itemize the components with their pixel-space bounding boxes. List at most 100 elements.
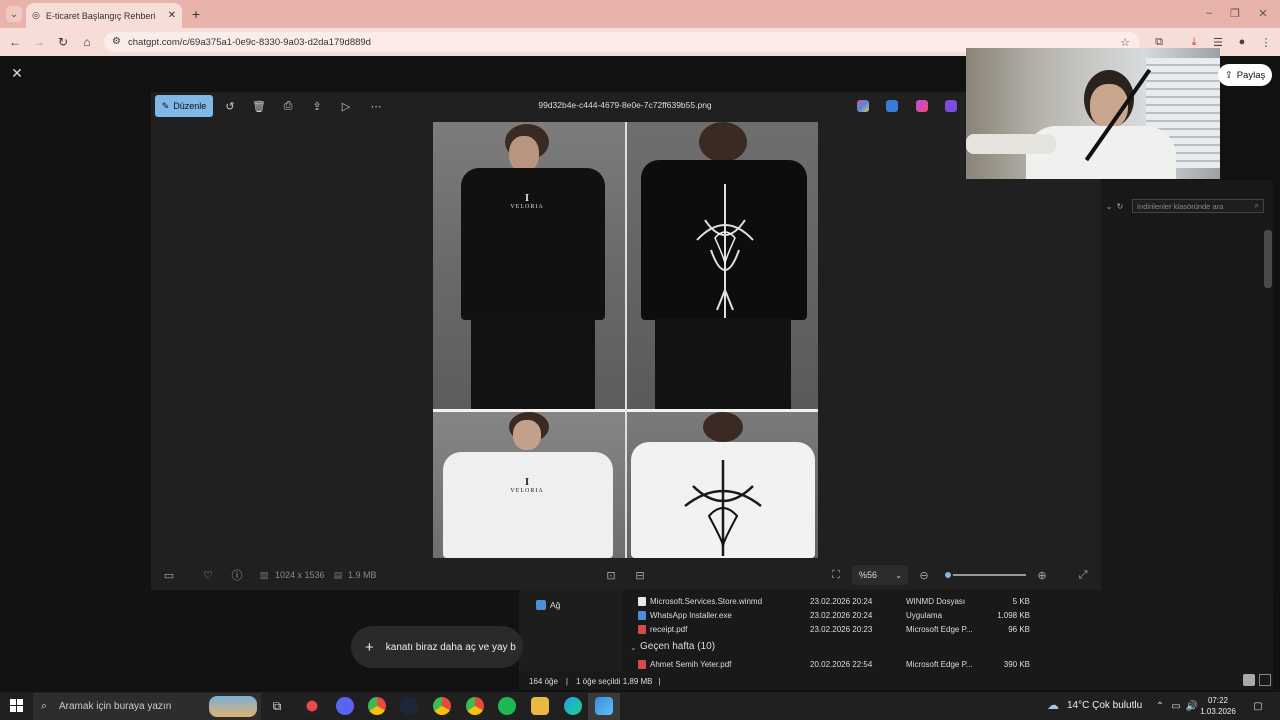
network-tray-icon[interactable]: ▭ xyxy=(1170,700,1182,712)
favorite-heart-icon[interactable]: ♡ xyxy=(201,568,215,582)
app-launcher-icon[interactable] xyxy=(945,100,957,112)
photos-icon xyxy=(595,697,613,715)
file-row[interactable]: Ahmet Semih Yeter.pdf 20.02.2026 22:54 M… xyxy=(638,658,1030,670)
clipchamp-icon[interactable] xyxy=(916,100,928,112)
chrome-profile-3-icon[interactable] xyxy=(466,697,484,715)
zoom-out-icon[interactable]: ⊖ xyxy=(917,568,931,582)
zoom-slider[interactable] xyxy=(944,574,1026,576)
item-count: 164 öğe xyxy=(529,676,558,686)
file-row[interactable]: Microsoft.Services.Store.winmd 23.02.202… xyxy=(638,595,1030,607)
visual-search-icon[interactable]: ⊡ xyxy=(604,568,618,582)
thorn-heart-graphic xyxy=(696,184,754,326)
explorer-search-placeholder: İndirilenler klasöründe ara xyxy=(1137,201,1224,211)
file-size: 1.098 KB xyxy=(997,610,1030,620)
reload-icon[interactable]: ↻ xyxy=(56,35,70,49)
file-row[interactable]: receipt.pdf 23.02.2026 20:23 Microsoft E… xyxy=(638,623,1030,635)
rotate-icon[interactable]: ↺ xyxy=(223,99,237,113)
filmstrip-icon[interactable]: ▭ xyxy=(162,568,176,582)
steam-icon[interactable] xyxy=(400,697,418,715)
taskbar-search-box[interactable]: ⌕ Aramak için buraya yazın xyxy=(33,693,261,720)
browser-menu-icon[interactable]: ⋮ xyxy=(1258,35,1274,49)
brand-letter: I xyxy=(524,192,530,204)
reading-list-icon[interactable]: ☰ xyxy=(1210,35,1226,49)
close-preview-icon[interactable]: ✕ xyxy=(10,65,24,81)
explorer-search-input[interactable]: İndirilenler klasöründe ara ⌕ xyxy=(1132,199,1264,213)
bookmark-star-icon[interactable]: ☆ xyxy=(1117,35,1133,49)
site-info-icon[interactable]: ⚙ xyxy=(112,36,121,47)
designer-icon[interactable] xyxy=(886,100,898,112)
fit-to-window-icon[interactable]: ⛶ xyxy=(829,568,843,582)
info-icon[interactable]: ⓘ xyxy=(230,568,244,582)
selection-info: 1 öğe seçildi 1,89 MB xyxy=(576,676,653,686)
edge-icon[interactable] xyxy=(564,697,582,715)
search-highlight-icon xyxy=(209,696,257,717)
back-arrow-icon[interactable]: ← xyxy=(8,35,22,49)
discord-icon[interactable] xyxy=(336,697,354,715)
file-size: 96 KB xyxy=(1008,624,1030,634)
share-icon[interactable]: ⇪ xyxy=(310,99,324,113)
restore-icon[interactable]: ❐ xyxy=(1226,6,1244,20)
composer-text: kanatı biraz daha aç ve yay b xyxy=(385,641,516,653)
tiles-view-icon[interactable] xyxy=(1259,674,1271,686)
slideshow-icon[interactable]: ▷ xyxy=(339,99,353,113)
extensions-icon[interactable]: ⧉ xyxy=(1151,35,1167,49)
edit-pencil-icon: ✎ xyxy=(161,100,170,111)
fullscreen-icon[interactable]: ⤢ xyxy=(1076,568,1090,582)
image-filename: 99d32b4e-c444-4679-8e0e-7c72ff639b55.png xyxy=(538,100,712,110)
window-close-icon[interactable]: ✕ xyxy=(1254,6,1272,20)
file-row[interactable]: WhatsApp Installer.exe 23.02.2026 20:24 … xyxy=(638,609,1030,621)
notifications-icon[interactable]: ▢ xyxy=(1252,700,1264,712)
new-tab-plus-icon[interactable]: + xyxy=(188,6,204,22)
photos-app-active[interactable] xyxy=(588,693,620,720)
browser-tab[interactable]: ◎ E-ticaret Başlangıç Rehberi ✕ xyxy=(26,3,182,28)
windows-start-icon[interactable] xyxy=(10,699,23,712)
weather-text[interactable]: 14°C Çok bulutlu xyxy=(1067,700,1142,711)
explorer-scrollbar[interactable] xyxy=(1264,230,1272,288)
tab-close-icon[interactable]: ✕ xyxy=(168,10,176,21)
text-scan-icon[interactable]: ⊟ xyxy=(633,568,647,582)
group-collapse-chevron-icon[interactable]: ⌄ xyxy=(630,643,637,652)
explorer-refresh-icon[interactable]: ↻ xyxy=(1114,201,1126,211)
image-filesize: 1.9 MB xyxy=(348,570,377,580)
file-name: Microsoft.Services.Store.winmd xyxy=(650,596,763,606)
thorn-heart-graphic-dark xyxy=(684,460,762,556)
home-icon[interactable]: ⌂ xyxy=(80,35,94,49)
downloads-icon[interactable]: ⤓ xyxy=(1186,35,1202,49)
volume-icon[interactable]: 🔊 xyxy=(1186,700,1198,712)
zoom-level-value: %56 xyxy=(859,570,878,580)
nav-item-network[interactable]: Ağ xyxy=(550,600,560,610)
print-icon[interactable]: ⎙ xyxy=(281,99,295,113)
forward-arrow-icon[interactable]: → xyxy=(32,35,46,49)
app-recorder-icon[interactable] xyxy=(303,697,321,715)
chevron-down-icon: ⌄ xyxy=(895,570,902,580)
task-view-icon[interactable]: ⧉ xyxy=(268,697,286,715)
more-options-icon[interactable]: ⋯ xyxy=(369,99,383,113)
weather-cloud-icon: ☁ xyxy=(1047,698,1059,712)
file-explorer-icon[interactable] xyxy=(531,697,549,715)
filesize-icon: ▤ xyxy=(333,569,343,580)
exe-file-icon xyxy=(638,610,646,620)
pdf-file-icon xyxy=(638,624,646,634)
chrome-profile-2-icon[interactable] xyxy=(433,697,451,715)
search-icon: ⌕ xyxy=(1254,201,1259,210)
minimize-icon[interactable]: – xyxy=(1200,6,1218,20)
explorer-status-bar: 164 öğe | 1 öğe seçildi 1,89 MB | xyxy=(519,672,1273,690)
zoom-level-dropdown[interactable]: %56 ⌄ xyxy=(852,565,908,585)
edit-button[interactable]: ✎ Düzenle xyxy=(155,95,213,117)
profile-avatar-icon[interactable]: ● xyxy=(1234,35,1250,49)
copilot-icon[interactable] xyxy=(857,100,869,112)
zoom-in-icon[interactable]: ⊕ xyxy=(1035,568,1049,582)
file-type: Microsoft Edge P... xyxy=(906,624,973,634)
show-hidden-icons-chevron-icon[interactable]: ⌃ xyxy=(1154,700,1166,712)
taskbar-search-placeholder: Aramak için buraya yazın xyxy=(59,701,172,712)
file-group-header[interactable]: Geçen hafta (10) xyxy=(640,641,715,652)
details-view-icon[interactable] xyxy=(1243,674,1255,686)
clock[interactable]: 07:22 1.03.2026 xyxy=(1198,695,1238,717)
spotify-icon[interactable] xyxy=(498,697,516,715)
tab-list-chevron-icon[interactable]: ⌄ xyxy=(6,6,22,22)
share-button[interactable]: ⇪ Paylaş xyxy=(1218,64,1272,86)
add-attachment-plus-icon[interactable]: + xyxy=(365,639,374,656)
chat-composer[interactable]: + kanatı biraz daha aç ve yay b xyxy=(351,626,523,668)
delete-trash-icon[interactable]: 🗑 xyxy=(252,99,266,113)
chrome-icon[interactable] xyxy=(368,697,386,715)
